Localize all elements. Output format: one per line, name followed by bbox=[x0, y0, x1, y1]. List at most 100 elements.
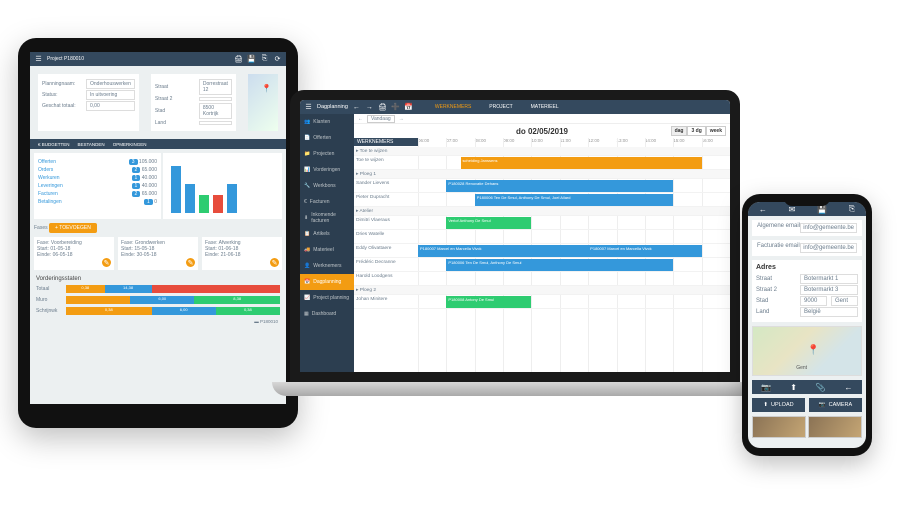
camera-icon[interactable]: 📷 bbox=[761, 383, 771, 392]
sidebar-item-dagplanning[interactable]: 📅Dagplanning bbox=[300, 274, 354, 290]
tab-comments[interactable]: OPMERKINGEN bbox=[113, 142, 147, 147]
event-block[interactable]: P180007 Marcel en Marcella Vivck bbox=[418, 245, 588, 257]
email-input[interactable]: info@gemeente.be bbox=[800, 223, 857, 233]
address-section: Adres StraatBotermarkt 1Straat 2Botermar… bbox=[752, 260, 862, 322]
sidebar-item-offerten[interactable]: 📄Offerten bbox=[300, 130, 354, 146]
event-block[interactable]: scheiding Janssens bbox=[461, 157, 702, 169]
progress-row: Muro6,008,38 bbox=[36, 296, 280, 304]
address-input[interactable]: Botermarkt 3 bbox=[800, 285, 858, 295]
camera-button[interactable]: 📷CAMERA bbox=[809, 398, 862, 412]
view-week[interactable]: week bbox=[706, 126, 726, 136]
phone-screen: ← ✉ 💾 ⎘ Algemene emailinfo@gemeente.beFa… bbox=[748, 202, 866, 448]
date-title: do 02/05/2019 dag 3 dg week bbox=[354, 124, 730, 138]
back-icon[interactable]: ← bbox=[759, 205, 767, 214]
resource-row: Johan MinitereP180008 Antony De Smul bbox=[354, 295, 730, 309]
resource-row: Toe te wijzenscheiding Janssens bbox=[354, 156, 730, 170]
email-input[interactable]: info@gemeente.be bbox=[800, 243, 857, 253]
field-label: Planningnaam: bbox=[42, 81, 82, 87]
add-fase-button[interactable]: + TOEVOEGEN bbox=[49, 223, 97, 233]
field-input[interactable] bbox=[199, 97, 232, 101]
sidebar-item-materieel[interactable]: 🚚Materieel bbox=[300, 242, 354, 258]
resource-row: Pieter DuprachtP180006 Ten De Smul, Anth… bbox=[354, 193, 730, 207]
sidebar-item-klanten[interactable]: 👥Klanten bbox=[300, 114, 354, 130]
tab-files[interactable]: BESTANDEN bbox=[78, 142, 105, 147]
address-input[interactable]: 9000 bbox=[800, 296, 827, 306]
sidebar-item-werknemers[interactable]: 👤Werknemers bbox=[300, 258, 354, 274]
tab-werknemers[interactable]: WERKNEMERS bbox=[435, 104, 471, 110]
prev-day-button[interactable]: ← bbox=[358, 116, 363, 122]
view-3day[interactable]: 3 dg bbox=[687, 126, 705, 136]
sidebar-item-projecten[interactable]: 📁Projecten bbox=[300, 146, 354, 162]
address-input[interactable]: België bbox=[800, 307, 858, 317]
stat-row: Leveringen1 40.000 bbox=[38, 183, 157, 189]
tab-project[interactable]: PROJECT bbox=[489, 104, 512, 110]
phone-device: ← ✉ 💾 ⎘ Algemene emailinfo@gemeente.beFa… bbox=[742, 194, 872, 456]
map[interactable]: 📍 Gent bbox=[752, 326, 862, 376]
field-input[interactable]: Dorrestraat 12 bbox=[199, 79, 232, 95]
menu-icon[interactable]: ☰ bbox=[304, 103, 313, 112]
field-label: Status: bbox=[42, 92, 82, 98]
sidebar-item-project-planning[interactable]: 📈Project planning bbox=[300, 290, 354, 306]
fase-card[interactable]: Fase: VoorbereidingStart: 01-05-18Einde:… bbox=[34, 237, 114, 270]
group-row: ▸ Toe te wijzen bbox=[354, 147, 730, 156]
map-pin-icon: 📍 bbox=[262, 84, 272, 93]
thumbnail[interactable] bbox=[752, 416, 806, 438]
event-block[interactable]: P180008 Antony De Smul bbox=[446, 296, 531, 308]
fase-card[interactable]: Fase: AfwerkingStart: 01-06-18Einde: 21-… bbox=[202, 237, 282, 270]
attach-icon[interactable]: 📎 bbox=[816, 383, 826, 392]
tablet-device: ☰ Project P180010 🖨 💾 ⎘ ⟳ Planningnaam:O… bbox=[18, 38, 298, 428]
sidebar-item-vorderingen[interactable]: 📊Vorderingen bbox=[300, 162, 354, 178]
event-block[interactable]: P180028 Renovatie Dehans bbox=[446, 180, 673, 192]
next-day-button[interactable]: → bbox=[399, 116, 404, 122]
fase-card[interactable]: Fase: GrondwerkenStart: 15-05-18Einde: 3… bbox=[118, 237, 198, 270]
field-input[interactable]: Onderhouswerken bbox=[86, 79, 135, 89]
thumbnail[interactable] bbox=[808, 416, 862, 438]
dashboard-icon: ▦ bbox=[304, 311, 309, 317]
sidebar-item-dashboard[interactable]: ▦Dashboard bbox=[300, 306, 354, 322]
add-icon[interactable]: ➕ bbox=[391, 103, 400, 112]
field-input[interactable] bbox=[199, 121, 232, 125]
stat-row: Betalingen1 0 bbox=[38, 199, 157, 205]
cal-icon[interactable]: 📅 bbox=[404, 103, 413, 112]
event-block[interactable]: Verlof Anthony De Smul bbox=[446, 217, 531, 229]
progress-row: Schrijnwk0,386,000,38 bbox=[36, 307, 280, 315]
address-input[interactable]: Botermarkt 1 bbox=[800, 274, 858, 284]
thumbnails bbox=[752, 416, 862, 438]
copy-icon[interactable]: ⎘ bbox=[260, 55, 269, 64]
today-button[interactable]: Vandaag bbox=[367, 115, 395, 123]
print-icon[interactable]: 🖨 bbox=[378, 103, 387, 112]
print-icon[interactable]: 🖨 bbox=[234, 55, 243, 64]
event-block[interactable]: P180006 Ten De Smul, Anthony De Smul, Jo… bbox=[475, 194, 674, 206]
sidebar-item-facturen[interactable]: €Facturen bbox=[300, 194, 354, 210]
fwd-icon[interactable]: → bbox=[365, 103, 374, 112]
menu-icon[interactable]: ☰ bbox=[34, 55, 43, 64]
copy-icon[interactable]: ⎘ bbox=[849, 204, 855, 214]
address-row: StraatBotermarkt 1 bbox=[756, 274, 858, 284]
tab-budgets[interactable]: € BUDGETTEN bbox=[38, 142, 70, 147]
refresh-icon[interactable]: ⟳ bbox=[273, 55, 282, 64]
field-label: Geschat totaal: bbox=[42, 103, 82, 109]
field-input[interactable]: 0,00 bbox=[86, 101, 135, 111]
event-block[interactable]: P180006 Ten De Smul, Anthony De Smul bbox=[446, 259, 673, 271]
email-row: Algemene emailinfo@gemeente.be bbox=[752, 220, 862, 236]
resource-row: Harold Loodgens bbox=[354, 272, 730, 286]
save-icon[interactable]: 💾 bbox=[247, 55, 256, 64]
upload-icon[interactable]: ⬆ bbox=[790, 383, 797, 392]
address-row: LandBelgië bbox=[756, 307, 858, 317]
back-icon[interactable]: ← bbox=[352, 103, 361, 112]
stats-col: Offerten3 105.000Orders2 65.000Werkuren1… bbox=[34, 153, 161, 219]
event-block[interactable]: P180007 Marcel en Marcella Vivck bbox=[588, 245, 701, 257]
sidebar-item-artikels[interactable]: 📋Artikels bbox=[300, 226, 354, 242]
back-icon[interactable]: ← bbox=[845, 383, 853, 392]
field-input[interactable]: 8500 Kortrijk bbox=[199, 103, 232, 119]
field-input[interactable]: In uitvoering bbox=[86, 90, 135, 100]
artikels-icon: 📋 bbox=[304, 231, 310, 237]
schedule-grid[interactable]: WERKNEMERS 06:0007:0008:0009:0010:0011:0… bbox=[354, 138, 730, 372]
email-row: Facturatie emailinfo@gemeente.be bbox=[752, 240, 862, 256]
sidebar-item-inkomende-facturen[interactable]: ⬇Inkomende facturen bbox=[300, 210, 354, 226]
view-day[interactable]: dag bbox=[671, 126, 688, 136]
sidebar-item-werkbons[interactable]: 🔧Werkbons bbox=[300, 178, 354, 194]
werknemers-icon: 👤 bbox=[304, 263, 310, 269]
upload-button[interactable]: ⬆UPLOAD bbox=[752, 398, 805, 412]
tab-materieel[interactable]: MATERIEEL bbox=[531, 104, 559, 110]
